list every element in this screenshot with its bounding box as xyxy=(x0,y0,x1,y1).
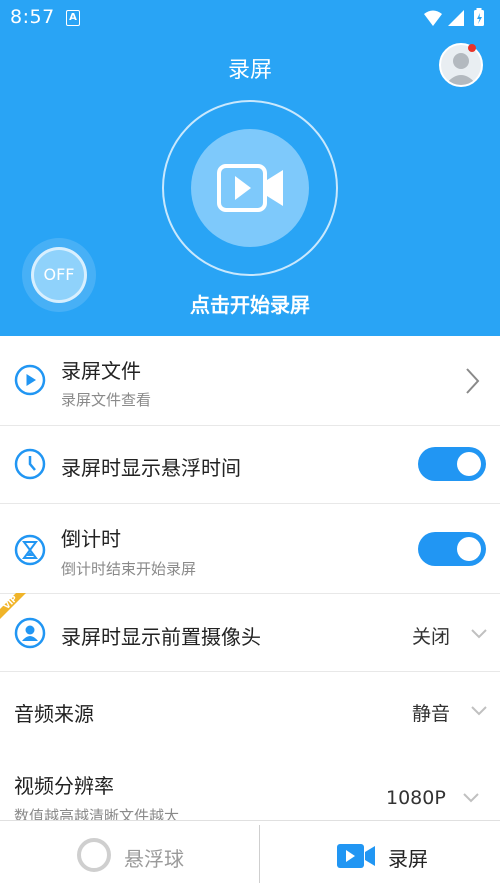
vip-badge: VIP xyxy=(0,593,30,623)
wifi-icon xyxy=(424,10,442,26)
video-camera-icon xyxy=(217,164,283,212)
front-camera-title: 录屏时显示前置摄像头 xyxy=(61,625,261,649)
play-circle-icon xyxy=(14,364,46,396)
video-resolution-row[interactable]: 视频分辨率 数值越高越清晰文件越大 1080P xyxy=(0,750,500,820)
record-files-row[interactable]: 录屏文件 录屏文件查看 xyxy=(0,336,500,426)
audio-source-title: 音频来源 xyxy=(14,702,94,726)
avatar[interactable] xyxy=(439,43,483,87)
chevron-down-icon xyxy=(471,629,487,639)
video-resolution-value: 1080P xyxy=(386,787,446,809)
audio-source-value: 静音 xyxy=(412,703,451,725)
page-title: 录屏 xyxy=(227,58,272,83)
toggle-knob xyxy=(457,452,481,476)
countdown-title: 倒计时 xyxy=(61,527,121,551)
status-bar: 8:57 A xyxy=(0,0,500,36)
countdown-toggle[interactable] xyxy=(418,532,486,566)
status-time: 8:57 xyxy=(10,6,55,28)
video-camera-icon xyxy=(337,844,375,868)
user-icon xyxy=(445,53,477,85)
record-files-title: 录屏文件 xyxy=(61,359,141,383)
off-toggle-button[interactable]: OFF xyxy=(31,247,87,303)
float-ball-tab[interactable]: 悬浮球 xyxy=(0,821,259,888)
float-ball-icon xyxy=(77,838,111,872)
status-indicators xyxy=(424,8,484,26)
countdown-row: 倒计时 倒计时结束开始录屏 xyxy=(0,504,500,594)
chevron-down-icon xyxy=(463,793,479,803)
show-float-time-row: 录屏时显示悬浮时间 xyxy=(0,426,500,504)
notification-dot xyxy=(468,44,476,52)
chevron-right-icon xyxy=(466,368,480,394)
audio-source-row[interactable]: 音频来源 静音 xyxy=(0,672,500,750)
front-camera-value: 关闭 xyxy=(412,626,451,648)
toggle-knob xyxy=(457,537,481,561)
float-ball-label: 悬浮球 xyxy=(124,847,184,871)
app-notification-icon: A xyxy=(66,10,80,26)
header: 8:57 A 录屏 点击开始录屏 OFF xyxy=(0,0,500,336)
record-files-subtitle: 录屏文件查看 xyxy=(61,391,152,409)
chevron-down-icon xyxy=(471,706,487,716)
show-float-time-toggle[interactable] xyxy=(418,447,486,481)
front-camera-row[interactable]: 录屏时显示前置摄像头 关闭 xyxy=(0,594,500,672)
record-tab-label: 录屏 xyxy=(388,847,428,871)
countdown-subtitle: 倒计时结束开始录屏 xyxy=(61,560,197,578)
show-float-time-title: 录屏时显示悬浮时间 xyxy=(61,456,241,480)
signal-icon xyxy=(448,10,464,26)
record-tab[interactable]: 录屏 xyxy=(260,821,500,888)
video-resolution-subtitle: 数值越高越清晰文件越大 xyxy=(14,807,180,820)
video-resolution-title: 视频分辨率 xyxy=(14,774,114,798)
clock-icon xyxy=(14,448,46,480)
bottom-nav: 悬浮球 录屏 xyxy=(0,820,500,888)
hourglass-icon xyxy=(14,534,46,566)
